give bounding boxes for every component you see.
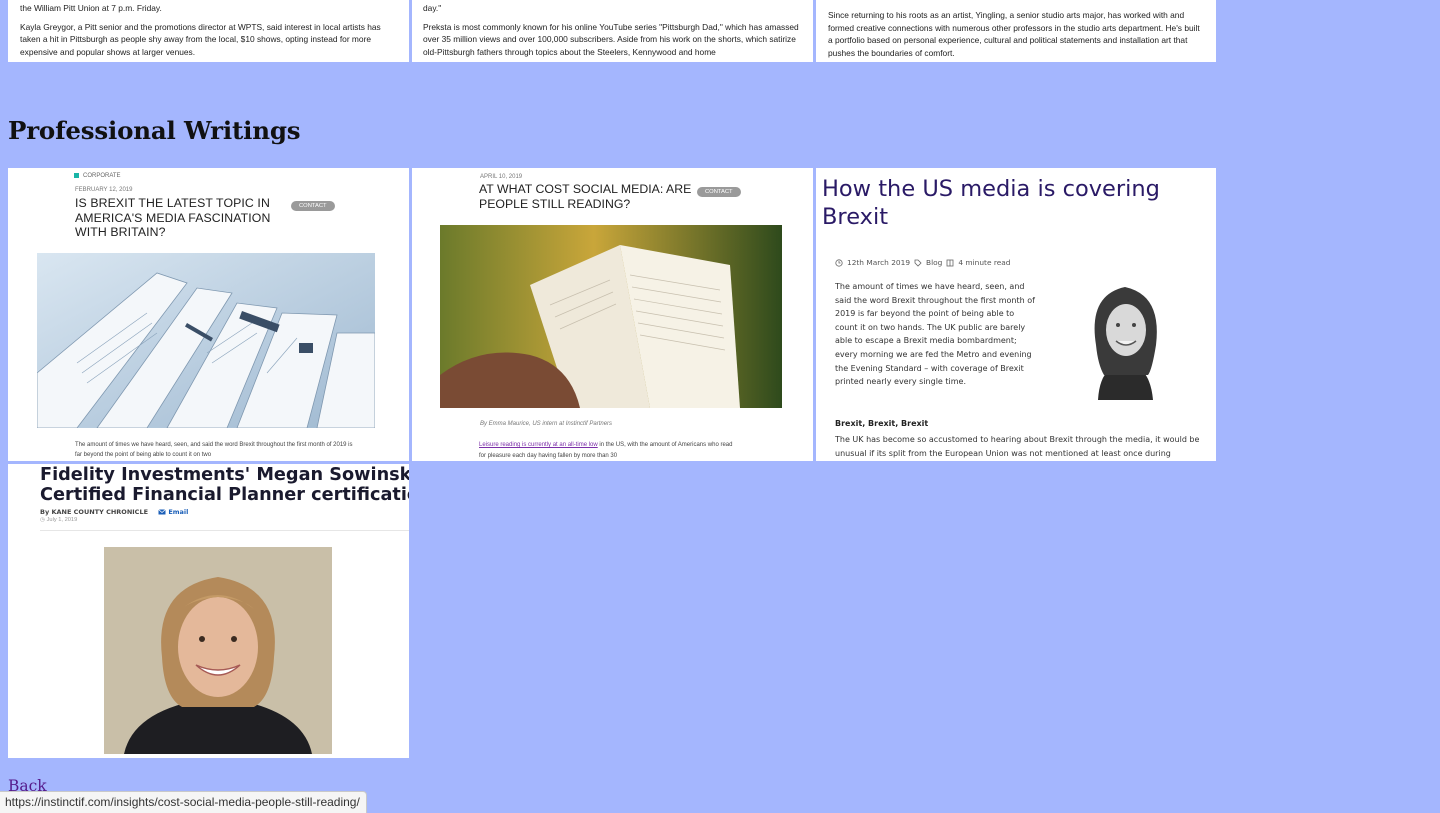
excerpt-paragraph: day." — [423, 3, 442, 13]
article-date: 12th March 2019 — [847, 258, 911, 267]
writing-thumbnail-social-media[interactable]: APRIL 10, 2019 AT WHAT COST SOCIAL MEDIA… — [412, 168, 813, 461]
article-excerpt: Leisure reading is currently at an all-t… — [479, 440, 739, 461]
person-portrait-image — [104, 547, 332, 754]
excerpt-paragraph: Kayla Greygor, a Pitt senior and the pro… — [20, 21, 381, 57]
byline-text: By KANE COUNTY CHRONICLE — [40, 508, 149, 516]
article-date: FEBRUARY 12, 2019 — [75, 187, 133, 193]
clock-icon: ◷ — [40, 517, 45, 523]
section-title: Professional Writings — [8, 116, 301, 145]
article-title: How the US media is covering Brexit — [822, 176, 1160, 230]
headline-line: Fidelity Investments' Megan Sowinski rec… — [40, 465, 409, 485]
excerpt-paragraph: Since returning to his roots as an artis… — [828, 10, 1200, 58]
article-byline: By Emma Maurice, US intern at Instinctif… — [480, 421, 613, 427]
date-text: July 1, 2019 — [46, 517, 78, 523]
reading-book-image — [440, 225, 782, 408]
article-byline: By KANE COUNTY CHRONICLE Email — [40, 508, 188, 516]
tag-icon — [914, 259, 922, 267]
article-excerpt: day." Preksta is most commonly known for… — [423, 2, 801, 62]
article-date: ◷ July 1, 2019 — [40, 517, 77, 523]
author-portrait-image — [1078, 275, 1173, 400]
read-time: 4 minute read — [958, 258, 1011, 267]
article-excerpt: The UK has become so accustomed to heari… — [835, 435, 1200, 458]
divider — [40, 530, 409, 531]
top-thumbnail-3[interactable]: Since returning to his roots as an artis… — [816, 0, 1216, 62]
clock-icon — [835, 258, 843, 267]
article-excerpt: the William Pitt Union at 7 p.m. Friday.… — [20, 2, 397, 62]
article-meta: 12th March 2019 Blog 4 minute read — [835, 258, 1011, 267]
article-date: APRIL 10, 2019 — [480, 174, 523, 180]
writing-thumbnail-us-media-brexit[interactable]: How the US media is covering Brexit 12th… — [816, 168, 1216, 461]
envelope-icon — [158, 509, 166, 515]
article-headline: Fidelity Investments' Megan Sowinski rec… — [40, 465, 409, 505]
browser-status-bar: https://instinctif.com/insights/cost-soc… — [0, 791, 367, 813]
email-link[interactable]: Email — [158, 508, 188, 516]
inline-link[interactable]: Leisure reading is currently at an all-t… — [479, 442, 598, 448]
article-title: IS BREXIT THE LATEST TOPIC IN AMERICA'S … — [75, 196, 271, 240]
contact-pill: CONTACT — [291, 201, 335, 211]
category-text: CORPORATE — [83, 173, 121, 180]
article-excerpt: The amount of times we have heard, seen,… — [75, 442, 353, 458]
top-thumbnail-2[interactable]: day." Preksta is most commonly known for… — [412, 0, 813, 62]
article-subheading: Brexit, Brexit, Brexit — [835, 419, 929, 428]
excerpt-paragraph: the William Pitt Union at 7 p.m. Friday. — [20, 3, 162, 13]
email-label: Email — [168, 508, 189, 516]
newspapers-image — [37, 253, 375, 428]
category-label: CORPORATE — [74, 173, 121, 179]
excerpt-paragraph: Preksta is most commonly known for his o… — [423, 21, 799, 57]
contact-pill: CONTACT — [697, 187, 741, 197]
top-thumbnail-1[interactable]: the William Pitt Union at 7 p.m. Friday.… — [8, 0, 409, 62]
category-square-icon — [74, 173, 79, 178]
article-tag: Blog — [926, 258, 943, 267]
headline-line: Certified Financial Planner certificatio… — [40, 485, 409, 505]
writing-thumbnail-brexit-america[interactable]: CORPORATE FEBRUARY 12, 2019 IS BREXIT TH… — [8, 168, 409, 461]
writing-thumbnail-fidelity[interactable]: Fidelity Investments' Megan Sowinski rec… — [8, 464, 409, 758]
book-icon — [946, 259, 954, 266]
article-excerpt: Since returning to his roots as an artis… — [828, 9, 1204, 62]
article-title: AT WHAT COST SOCIAL MEDIA: ARE PEOPLE ST… — [479, 182, 692, 211]
article-excerpt: The amount of times we have heard, seen,… — [835, 282, 1035, 387]
